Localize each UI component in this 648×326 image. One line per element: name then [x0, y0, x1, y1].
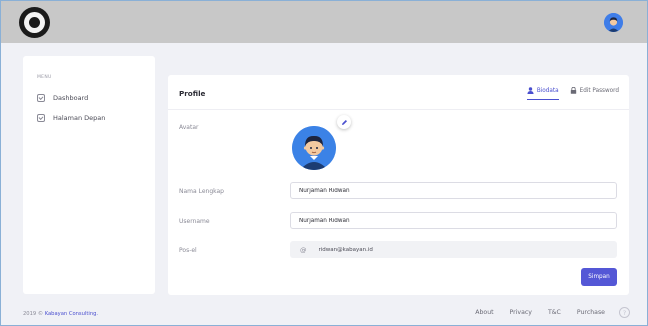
avatar-label: Avatar — [179, 124, 199, 131]
email-display: @ ridwan@kabayan.id — [290, 241, 617, 258]
footer-link-terms[interactable]: T&C — [548, 309, 561, 316]
profile-tabs: Biodata Edit Password — [516, 87, 619, 100]
check-square-icon — [37, 94, 45, 102]
lock-icon — [570, 87, 577, 94]
check-square-icon — [37, 114, 45, 122]
header-divider — [168, 109, 629, 110]
fullname-field[interactable] — [290, 182, 617, 199]
footer-link-purchase[interactable]: Purchase — [577, 309, 605, 316]
user-avatar-icon[interactable] — [604, 13, 623, 32]
top-bar — [1, 1, 647, 43]
page-title: Profile — [179, 89, 206, 98]
avatar[interactable] — [292, 126, 336, 170]
username-field[interactable] — [290, 212, 617, 229]
footer-links: About Privacy T&C Purchase ? — [459, 307, 630, 318]
sidebar-item-label: Dashboard — [53, 94, 89, 102]
user-icon — [527, 87, 534, 94]
email-label: Pos-el — [179, 247, 197, 254]
footer-copyright: 2019 © Kabayan Consulting. — [23, 311, 99, 317]
tab-edit-password[interactable]: Edit Password — [570, 87, 619, 98]
logo-icon[interactable] — [19, 7, 50, 38]
sidebar: MENU Dashboard Halaman Depan — [23, 56, 155, 294]
fullname-label: Nama Lengkap — [179, 188, 224, 195]
at-icon: @ — [300, 245, 307, 254]
pencil-icon — [341, 119, 347, 125]
email-value: ridwan@kabayan.id — [318, 246, 373, 253]
footer-link-about[interactable]: About — [475, 309, 493, 316]
profile-card: Profile Biodata Edit Password Avatar Nam… — [168, 75, 629, 295]
sidebar-item-label: Halaman Depan — [53, 114, 106, 122]
avatar-editor — [288, 115, 351, 172]
sidebar-item-dashboard[interactable]: Dashboard — [37, 92, 88, 104]
help-icon[interactable]: ? — [619, 307, 630, 318]
sidebar-item-halaman-depan[interactable]: Halaman Depan — [37, 112, 105, 124]
footer-link-privacy[interactable]: Privacy — [510, 309, 532, 316]
username-label: Username — [179, 218, 210, 225]
footer-brand-link[interactable]: Kabayan Consulting. — [45, 311, 98, 317]
menu-heading: MENU — [37, 75, 52, 80]
save-button[interactable]: Simpan — [581, 268, 617, 286]
edit-avatar-button[interactable] — [337, 115, 351, 129]
tab-biodata[interactable]: Biodata — [526, 87, 559, 100]
